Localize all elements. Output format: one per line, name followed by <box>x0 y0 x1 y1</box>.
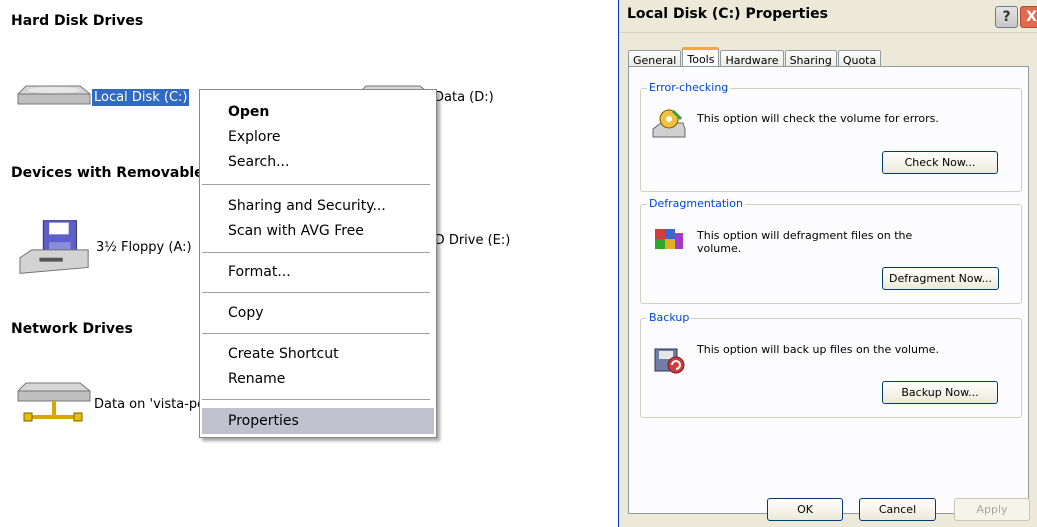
drive-floppy-a[interactable]: 3½ Floppy (A:) <box>18 216 194 278</box>
defragment-icon <box>655 229 683 249</box>
help-button[interactable]: ? <box>995 6 1018 28</box>
group-description: This option will defragment files on the… <box>697 229 913 255</box>
dialog-title: Local Disk (C:) Properties <box>627 6 828 22</box>
group-header-network: Network Drives <box>11 321 133 337</box>
check-now-button[interactable]: Check Now... <box>882 151 998 174</box>
context-menu: Open Explore Search... Sharing and Secur… <box>199 89 437 438</box>
floppy-drive-icon <box>19 220 89 274</box>
drive-label: 3½ Floppy (A:) <box>96 239 192 255</box>
drive-network-data[interactable]: Data on 'vista-pc' <box>14 373 210 435</box>
menu-item-format[interactable]: Format... <box>202 260 434 284</box>
error-checking-group: Error-checking This option will check th… <box>640 81 1022 192</box>
group-header-hard-disk: Hard Disk Drives <box>11 13 144 29</box>
menu-separator <box>202 399 430 400</box>
properties-dialog: Local Disk (C:) Properties ? X General T… <box>618 0 1037 527</box>
menu-item-properties[interactable]: Properties <box>202 408 434 434</box>
apply-button[interactable]: Apply <box>954 498 1030 521</box>
defragment-now-button[interactable]: Defragment Now... <box>882 267 999 290</box>
drive-local-disk-c[interactable]: Local Disk (C:) <box>14 66 190 128</box>
menu-item-sharing-security[interactable]: Sharing and Security... <box>202 194 434 218</box>
menu-item-copy[interactable]: Copy <box>202 301 434 325</box>
cancel-button[interactable]: Cancel <box>859 498 936 521</box>
drive-label: Local Disk (C:) <box>92 88 190 106</box>
drive-label: Data (D:) <box>434 89 494 105</box>
hard-disk-icon <box>17 85 91 105</box>
error-checking-icon <box>652 109 686 138</box>
menu-separator <box>202 333 430 334</box>
menu-item-rename[interactable]: Rename <box>202 367 434 391</box>
drive-label: Data on 'vista-pc' <box>94 396 208 412</box>
defragmentation-group: Defragmentation This option will defragm… <box>640 197 1022 304</box>
network-drive-icon <box>17 382 91 422</box>
menu-separator <box>202 252 430 253</box>
group-title: Error-checking <box>647 81 731 94</box>
ok-button[interactable]: OK <box>767 498 843 521</box>
group-title: Backup <box>647 311 692 324</box>
backup-now-button[interactable]: Backup Now... <box>882 381 998 404</box>
menu-item-scan-avg[interactable]: Scan with AVG Free <box>202 219 434 243</box>
menu-item-open[interactable]: Open <box>202 100 434 124</box>
backup-icon <box>654 348 685 374</box>
menu-separator <box>202 292 430 293</box>
menu-item-create-shortcut[interactable]: Create Shortcut <box>202 342 434 366</box>
menu-separator <box>202 184 430 185</box>
backup-group: Backup This option will back up files on… <box>640 311 1022 418</box>
group-description: This option will check the volume for er… <box>697 112 939 125</box>
group-title: Defragmentation <box>647 197 745 210</box>
title-bar[interactable]: Local Disk (C:) Properties ? X <box>619 0 1037 33</box>
group-description: This option will back up files on the vo… <box>697 343 939 356</box>
menu-item-search[interactable]: Search... <box>202 150 434 174</box>
close-button[interactable]: X <box>1020 6 1037 28</box>
menu-item-explore[interactable]: Explore <box>202 125 434 149</box>
